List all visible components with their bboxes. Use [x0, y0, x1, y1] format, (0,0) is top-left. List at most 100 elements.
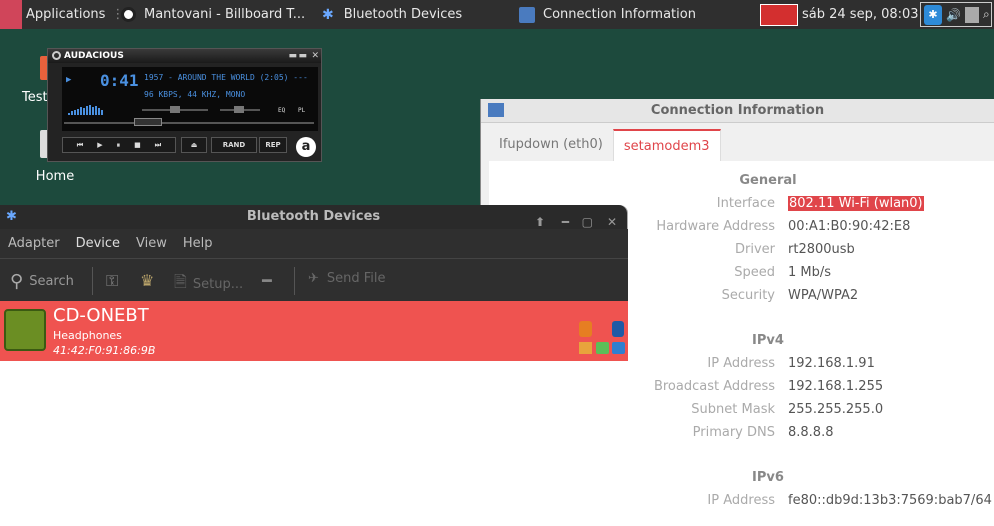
task-audacious[interactable]: Mantovani - Billboard T...: [121, 0, 305, 29]
applications-menu[interactable]: Applications ⋮: [0, 0, 124, 29]
play-status-icon: ▶: [66, 75, 72, 85]
network-icon: [488, 103, 504, 117]
audacious-logo-icon: a: [296, 137, 316, 157]
search-label: Search: [29, 274, 74, 289]
audacious-menu-icon[interactable]: [52, 51, 61, 60]
connected-icon: [612, 321, 624, 337]
bluetooth-icon: ✱: [6, 209, 17, 224]
search-icon: ⚲: [10, 271, 24, 292]
send-file-button[interactable]: ✈ Send File: [308, 271, 386, 286]
track-title: 1957 - AROUND THE WORLD (2:05) ---: [144, 73, 308, 82]
minimize-icon[interactable]: ▬: [288, 49, 297, 63]
menu-adapter[interactable]: Adapter: [0, 236, 68, 251]
stop-button[interactable]: ■: [134, 141, 141, 149]
input-icon: [596, 342, 609, 354]
device-type: Headphones: [53, 329, 122, 342]
headphones-icon: [4, 309, 46, 351]
shuffle-button[interactable]: RAND: [211, 137, 257, 153]
applications-label: Applications: [26, 7, 106, 22]
menubar: Adapter Device View Help: [0, 229, 628, 258]
audacious-display: ▶ 0:41 1957 - AROUND THE WORLD (2:05) --…: [62, 67, 318, 131]
device-row[interactable]: CD-ONEBT Headphones 41:42:F0:91:86:9B: [0, 301, 628, 361]
device-list-empty-area[interactable]: [0, 361, 628, 526]
task-label: Connection Information: [543, 7, 696, 22]
time-display[interactable]: 0:41: [100, 71, 139, 90]
task-bluetooth[interactable]: ✱ Bluetooth Devices: [322, 0, 462, 29]
interface-value: 802.11 Wi-Fi (wlan0): [788, 196, 924, 211]
task-connection[interactable]: Connection Information: [519, 0, 696, 29]
eject-button[interactable]: ⏏: [181, 137, 207, 153]
stream-info: 96 KBPS, 44 KHZ, MONO: [144, 90, 246, 99]
speed-value: 1 Mb/s: [788, 265, 832, 280]
search-tray-icon[interactable]: ⌕: [983, 7, 990, 22]
play-button[interactable]: ▶: [97, 141, 102, 149]
debian-logo-icon: [0, 0, 22, 29]
workspace-switcher[interactable]: [760, 4, 798, 26]
toolbar-separator: [92, 267, 93, 295]
device-address: 41:42:F0:91:86:9B: [53, 344, 156, 357]
menu-device[interactable]: Device: [68, 236, 128, 251]
audacious-title: AUDACIOUS: [64, 51, 124, 61]
search-button[interactable]: ⚲ Search: [10, 271, 74, 292]
previous-button[interactable]: ⏮: [77, 141, 83, 150]
setup-icon: 🗎: [174, 272, 187, 291]
volume-slider[interactable]: [142, 106, 208, 113]
pair-icon[interactable]: ♛: [140, 271, 154, 290]
primary-dns-value: 8.8.8.8: [788, 425, 834, 440]
trust-key-icon[interactable]: ⚿: [106, 271, 118, 291]
setup-button[interactable]: 🗎 Setup...: [174, 271, 243, 298]
broadcast-address-value: 192.168.1.255: [788, 379, 884, 394]
bluetooth-titlebar[interactable]: ✱ Bluetooth Devices ⬆ ━ ▢ ✕: [0, 205, 627, 229]
tab-setamodem3[interactable]: setamodem3: [612, 129, 721, 161]
next-button[interactable]: ⏭: [155, 141, 161, 150]
task-label: Bluetooth Devices: [343, 7, 463, 22]
trusted-icon: [579, 321, 592, 337]
task-label: Mantovani - Billboard T...: [144, 7, 306, 22]
top-panel: Applications ⋮ Mantovani - Billboard T..…: [0, 0, 994, 29]
setup-label: Setup...: [192, 277, 244, 292]
bluetooth-tray-icon[interactable]: ✱: [924, 4, 942, 25]
device-name: CD-ONEBT: [53, 305, 149, 326]
audacious-titlebar[interactable]: AUDACIOUS ▬ ▬ ✕: [48, 49, 321, 63]
repeat-button[interactable]: REP: [259, 137, 287, 153]
window-title: Bluetooth Devices: [246, 209, 381, 224]
eq-toggle[interactable]: EQ: [278, 107, 285, 114]
subnet-mask-value: 255.255.255.0: [788, 402, 884, 417]
audacious-icon: [121, 7, 136, 22]
hardware-address-value: 00:A1:B0:90:42:E8: [788, 219, 911, 234]
window-title: Connection Information: [650, 103, 825, 118]
general-heading: General: [739, 173, 797, 188]
signal-icon: [612, 342, 625, 354]
network-icon: [519, 6, 535, 23]
bluetooth-window: ✱ Bluetooth Devices ⬆ ━ ▢ ✕ Adapter Devi…: [0, 205, 628, 526]
seek-bar[interactable]: [64, 118, 314, 126]
balance-slider[interactable]: [220, 106, 260, 113]
toolbar: ⚲ Search ⚿ ♛ 🗎 Setup... ━ ✈ Send File: [0, 258, 628, 301]
menu-view[interactable]: View: [128, 236, 175, 251]
security-value: WPA/WPA2: [788, 288, 859, 303]
clock[interactable]: sáb 24 sep, 08:03: [802, 0, 919, 29]
network-tray-icon[interactable]: [964, 6, 979, 23]
driver-value: rt2800usb: [788, 242, 855, 257]
system-tray: ✱ 🔊 ⌕: [920, 2, 992, 27]
connection-tabs: Ifupdown (eth0) setamodem3: [489, 129, 721, 161]
ipv6-address-value: fe80::db9d:13b3:7569:bab7/64: [788, 493, 992, 508]
audacious-window: AUDACIOUS ▬ ▬ ✕ ▶ 0:41 1957 - AROUND THE…: [47, 48, 322, 162]
ip-address-value: 192.168.1.91: [788, 356, 875, 371]
pl-toggle[interactable]: PL: [298, 107, 305, 114]
close-icon[interactable]: ✕: [311, 49, 319, 63]
connection-info-titlebar[interactable]: Connection Information: [481, 99, 994, 123]
remove-icon[interactable]: ━: [262, 271, 272, 290]
audio-icon: [579, 342, 592, 354]
menu-help[interactable]: Help: [175, 236, 221, 251]
bluetooth-icon: ✱: [322, 6, 334, 23]
shade-icon[interactable]: ▬: [298, 49, 307, 63]
transport-controls: ⏮ ▶ ⏸ ■ ⏭: [62, 137, 176, 153]
volume-icon[interactable]: 🔊: [946, 8, 961, 22]
tab-ifupdown[interactable]: Ifupdown (eth0): [489, 129, 613, 161]
desktop-icon-label: Home: [35, 169, 75, 184]
pause-button[interactable]: ⏸: [117, 141, 121, 150]
send-file-icon: ✈: [308, 271, 319, 286]
send-file-label: Send File: [326, 271, 386, 286]
visualizer[interactable]: [68, 103, 124, 115]
